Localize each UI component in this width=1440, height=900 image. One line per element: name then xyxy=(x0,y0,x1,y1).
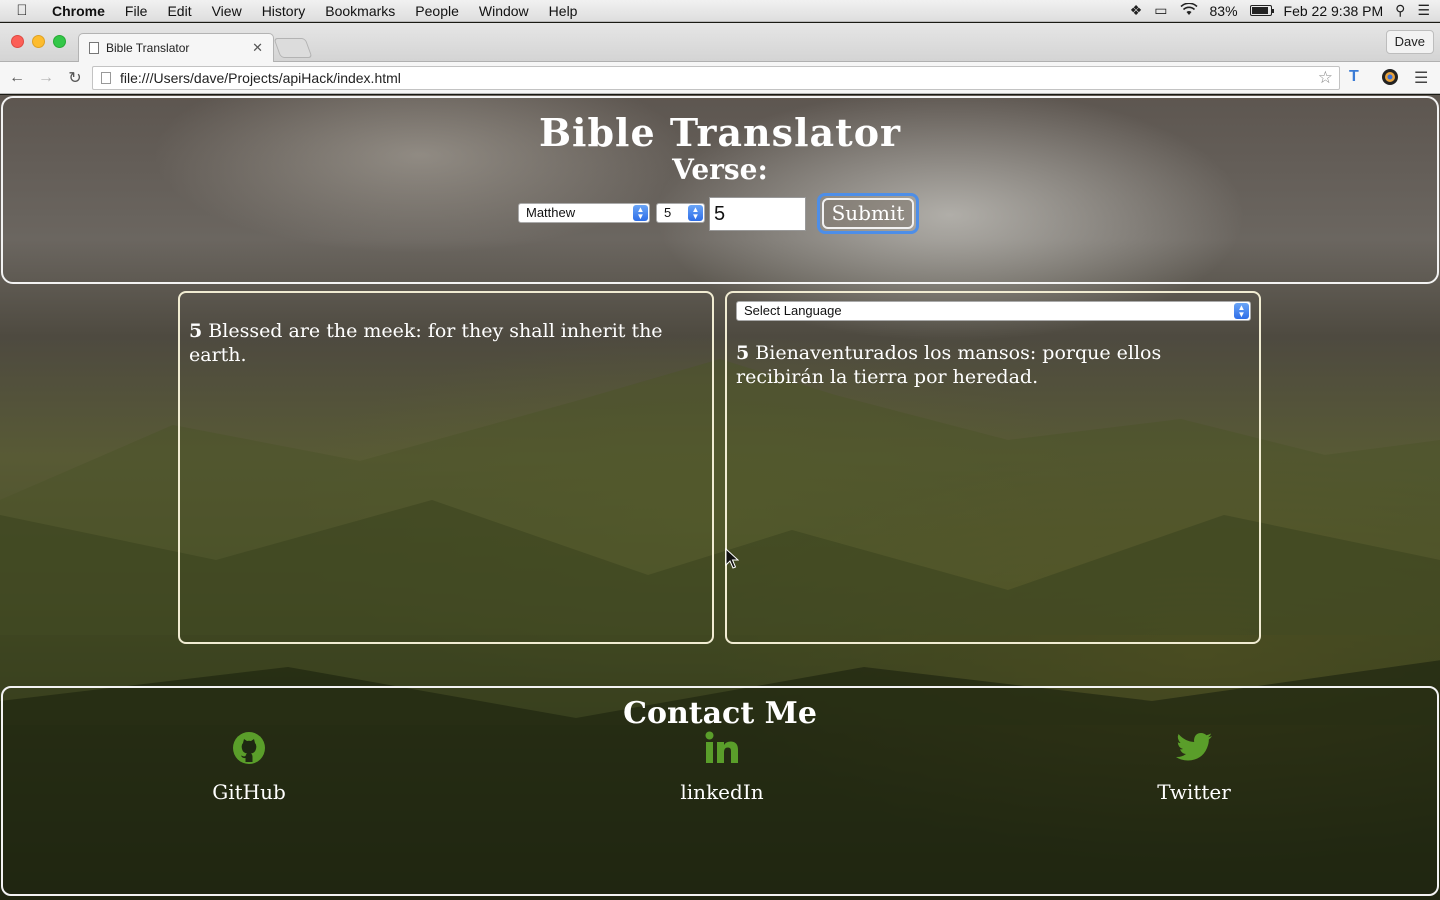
menu-help[interactable]: Help xyxy=(539,3,588,19)
twitter-label[interactable]: Twitter xyxy=(1114,780,1274,804)
tab-bible-translator[interactable]: Bible Translator ✕ xyxy=(78,33,274,62)
menu-edit[interactable]: Edit xyxy=(157,3,201,19)
menu-bar:  Chrome File Edit View History Bookmark… xyxy=(0,0,1440,22)
page-title: Bible Translator xyxy=(538,110,902,155)
forward-icon[interactable]: → xyxy=(34,69,58,87)
browser-toolbar: ← → ↻ file:///Users/dave/Projects/apiHac… xyxy=(0,62,1440,94)
github-label[interactable]: GitHub xyxy=(169,780,329,804)
menu-app-chrome[interactable]: Chrome xyxy=(44,3,115,19)
battery-icon[interactable] xyxy=(1249,5,1274,16)
menu-view[interactable]: View xyxy=(202,3,252,19)
battery-percent: 83% xyxy=(1209,2,1238,19)
github-link[interactable]: GitHub xyxy=(169,726,329,804)
menu-history[interactable]: History xyxy=(252,3,316,19)
twitter-icon[interactable] xyxy=(1114,726,1274,770)
contact-section: Contact Me GitHub linkedIn Twitter xyxy=(1,686,1439,896)
twitter-link[interactable]: Twitter xyxy=(1114,726,1274,804)
tab-strip: Bible Translator ✕ Dave xyxy=(0,23,1440,62)
zoom-window-button[interactable] xyxy=(53,35,66,48)
book-select-value: Matthew xyxy=(526,205,576,220)
book-select[interactable]: Matthew ▲ ▼ xyxy=(518,203,650,223)
submit-focus-ring: Submit xyxy=(817,193,919,234)
chapter-select[interactable]: 5 ▲ ▼ xyxy=(656,203,705,223)
notification-center-icon[interactable]: ☰ xyxy=(1417,2,1430,19)
profile-button[interactable]: Dave xyxy=(1385,30,1434,54)
bookmark-star-icon[interactable]: ☆ xyxy=(1318,68,1333,88)
github-icon[interactable] xyxy=(169,726,329,770)
url-text[interactable]: file:///Users/dave/Projects/apiHack/inde… xyxy=(120,70,401,86)
verse-input[interactable]: 5 xyxy=(709,197,806,231)
verse-text: Blessed are the meek: for they shall inh… xyxy=(189,320,663,366)
menu-file[interactable]: File xyxy=(115,3,158,19)
minimize-window-button[interactable] xyxy=(32,35,45,48)
language-select-value: Select Language xyxy=(744,303,842,318)
verse-text: Bienaventurados los mansos: porque ellos… xyxy=(736,342,1162,388)
original-verse: 5 Blessed are the meek: for they shall i… xyxy=(189,319,699,367)
color-picker-extension-icon[interactable] xyxy=(1381,68,1399,91)
select-arrows-icon: ▲ ▼ xyxy=(688,205,703,221)
verse-number: 5 xyxy=(736,342,750,364)
page-info-icon[interactable] xyxy=(101,72,111,84)
close-tab-icon[interactable]: ✕ xyxy=(252,40,263,56)
clock[interactable]: Feb 22 9:38 PM xyxy=(1284,3,1384,19)
translate-extension-icon[interactable]: T xyxy=(1349,68,1359,86)
menu-window[interactable]: Window xyxy=(469,3,539,19)
back-icon[interactable]: ← xyxy=(5,69,29,87)
submit-button[interactable]: Submit xyxy=(822,198,914,229)
original-verse-panel: 5 Blessed are the meek: for they shall i… xyxy=(178,291,714,644)
language-select[interactable]: Select Language ▲ ▼ xyxy=(736,301,1251,321)
linkedin-link[interactable]: linkedIn xyxy=(642,726,802,804)
linkedin-icon[interactable] xyxy=(642,726,802,770)
apple-icon[interactable]:  xyxy=(0,2,44,19)
chapter-select-value: 5 xyxy=(664,205,672,220)
header-section: Bible Translator Verse: Matthew ▲ ▼ 5 ▲ ▼ … xyxy=(1,96,1439,284)
page-icon xyxy=(89,42,99,54)
spotlight-icon[interactable]: ⚲ xyxy=(1395,2,1405,19)
menu-bookmarks[interactable]: Bookmarks xyxy=(315,3,405,19)
tab-title: Bible Translator xyxy=(106,41,190,55)
select-arrows-icon: ▲ ▼ xyxy=(1234,303,1249,319)
close-window-button[interactable] xyxy=(11,35,24,48)
linkedin-label[interactable]: linkedIn xyxy=(642,780,802,804)
verse-number: 5 xyxy=(189,320,203,342)
mouse-cursor-icon xyxy=(725,548,739,569)
new-tab-button[interactable] xyxy=(273,38,313,58)
wifi-icon[interactable] xyxy=(1179,2,1198,19)
airplay-icon[interactable]: ▭ xyxy=(1154,2,1167,19)
menu-people[interactable]: People xyxy=(405,3,469,19)
chrome-menu-icon[interactable]: ☰ xyxy=(1414,68,1428,88)
translation-panel: Select Language ▲ ▼ 5 Bienaventurados los… xyxy=(725,291,1261,644)
verse-label: Verse: xyxy=(672,153,768,186)
reload-icon[interactable]: ↻ xyxy=(63,68,87,88)
page-viewport: Bible Translator Verse: Matthew ▲ ▼ 5 ▲ ▼ … xyxy=(0,95,1440,900)
select-arrows-icon: ▲ ▼ xyxy=(633,205,648,221)
dropbox-icon[interactable]: ❖ xyxy=(1130,2,1143,19)
window-controls xyxy=(11,35,66,48)
address-bar[interactable]: file:///Users/dave/Projects/apiHack/inde… xyxy=(92,66,1340,90)
translated-verse: 5 Bienaventurados los mansos: porque ell… xyxy=(736,341,1251,389)
